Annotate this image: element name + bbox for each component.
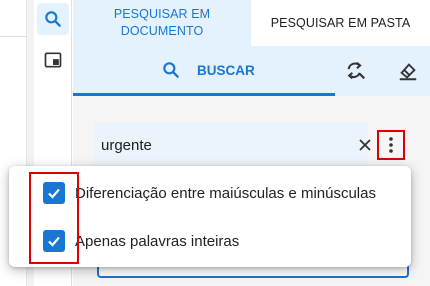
document-divider [0, 36, 26, 37]
eraser-icon [399, 63, 417, 81]
search-input[interactable] [101, 122, 341, 168]
panel-icon [44, 52, 62, 68]
search-toolbar: BUSCAR [73, 46, 430, 96]
panel-tool-button[interactable] [37, 44, 69, 76]
tab-search-document-label: PESQUISAR EM DOCUMENTO [113, 7, 211, 38]
whole-words-label: Apenas palavras inteiras [75, 232, 240, 250]
tab-search-folder-label: PESQUISAR EM PASTA [270, 15, 411, 30]
search-tool-button[interactable] [37, 3, 69, 35]
search-button[interactable]: BUSCAR [161, 46, 255, 94]
tab-search-folder[interactable]: PESQUISAR EM PASTA [251, 0, 430, 46]
find-replace-icon [347, 61, 366, 80]
search-field [93, 122, 371, 168]
tab-search-document[interactable]: PESQUISAR EM DOCUMENTO [73, 0, 251, 46]
checkmark-icon [48, 188, 60, 199]
match-case-checkbox[interactable] [43, 182, 65, 204]
more-vertical-icon [389, 137, 393, 153]
clear-search-button[interactable] [355, 135, 375, 155]
match-case-label: Diferenciação entre maiúsculas e minúscu… [75, 184, 376, 202]
find-replace-button[interactable] [343, 58, 369, 84]
search-tabs: PESQUISAR EM DOCUMENTO PESQUISAR EM PAST… [73, 0, 430, 46]
active-indicator [73, 93, 335, 96]
close-icon [359, 139, 371, 151]
search-button-label: BUSCAR [197, 62, 255, 78]
checkmark-icon [48, 236, 60, 247]
option-whole-words[interactable]: Apenas palavras inteiras [9, 218, 411, 264]
option-match-case[interactable]: Diferenciação entre maiúsculas e minúscu… [9, 170, 411, 216]
search-options-menu: Diferenciação entre maiúsculas e minúscu… [9, 166, 411, 267]
clear-button[interactable] [395, 58, 421, 84]
search-options-button[interactable] [377, 130, 405, 160]
search-icon [163, 62, 179, 78]
whole-words-checkbox[interactable] [43, 230, 65, 252]
search-icon [45, 11, 61, 27]
